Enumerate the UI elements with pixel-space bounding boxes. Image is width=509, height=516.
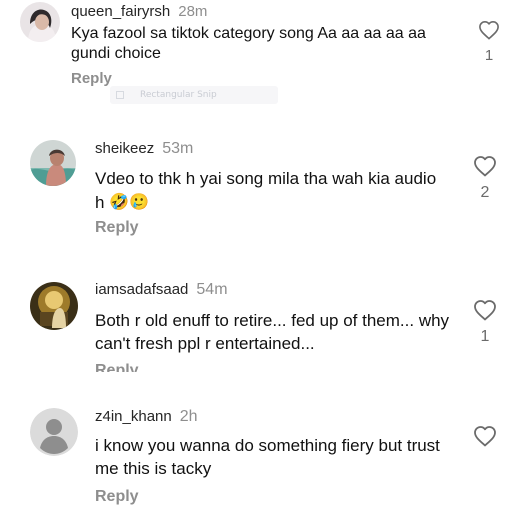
like-count: 1	[480, 328, 490, 345]
username[interactable]: sheikeez	[95, 140, 154, 157]
comment-text: Vdeo to thk h yai song mila tha wah kia …	[95, 167, 445, 214]
heart-outline-icon[interactable]	[473, 299, 497, 321]
avatar[interactable]	[20, 2, 60, 42]
snip-label-text: Rectangular Snip	[140, 90, 217, 100]
like-count: 1	[484, 47, 494, 64]
comment-text: Kya fazool sa tiktok category song Aa aa…	[71, 25, 426, 62]
like-count: 2	[480, 184, 490, 201]
reply-button[interactable]: Reply	[95, 362, 139, 372]
timestamp: 54m	[196, 281, 228, 298]
default-avatar-icon[interactable]	[30, 408, 78, 456]
reply-button[interactable]: Reply	[95, 219, 139, 237]
heart-outline-icon[interactable]	[478, 20, 500, 40]
timestamp: 2h	[179, 408, 198, 425]
comment-meta: queen_fairyrsh 28m	[71, 3, 207, 20]
username[interactable]: queen_fairyrsh	[71, 3, 170, 20]
comment-item: sheikeez 53m Vdeo to thk h yai song mila …	[0, 130, 509, 250]
avatar[interactable]	[30, 282, 78, 330]
comment-item: iamsadafsaad 54m Both r old enuff to reti…	[0, 270, 509, 380]
heart-outline-icon[interactable]	[473, 425, 497, 447]
snip-overlay-label: Rectangular Snip	[110, 86, 278, 104]
username[interactable]: iamsadafsaad	[95, 281, 188, 298]
emoji-laughing-and-smiling-tear: 🤣🥲	[109, 192, 150, 211]
snip-icon	[116, 91, 124, 99]
comment-item: z4in_khann 2h i know you wanna do somethi…	[0, 398, 509, 516]
comment-meta: z4in_khann 2h	[95, 408, 198, 426]
comment-text: Both r old enuff to retire... fed up of …	[95, 311, 450, 353]
reply-button[interactable]: Reply	[71, 70, 112, 87]
timestamp: 28m	[178, 3, 208, 20]
comment-text: i know you wanna do something fiery but …	[95, 436, 440, 478]
reply-button[interactable]: Reply	[95, 488, 139, 506]
comment-meta: iamsadafsaad 54m	[95, 281, 228, 299]
username[interactable]: z4in_khann	[95, 408, 172, 425]
heart-outline-icon[interactable]	[473, 155, 497, 177]
comment-meta: sheikeez 53m	[95, 140, 193, 158]
avatar[interactable]	[30, 140, 76, 186]
timestamp: 53m	[162, 140, 194, 157]
